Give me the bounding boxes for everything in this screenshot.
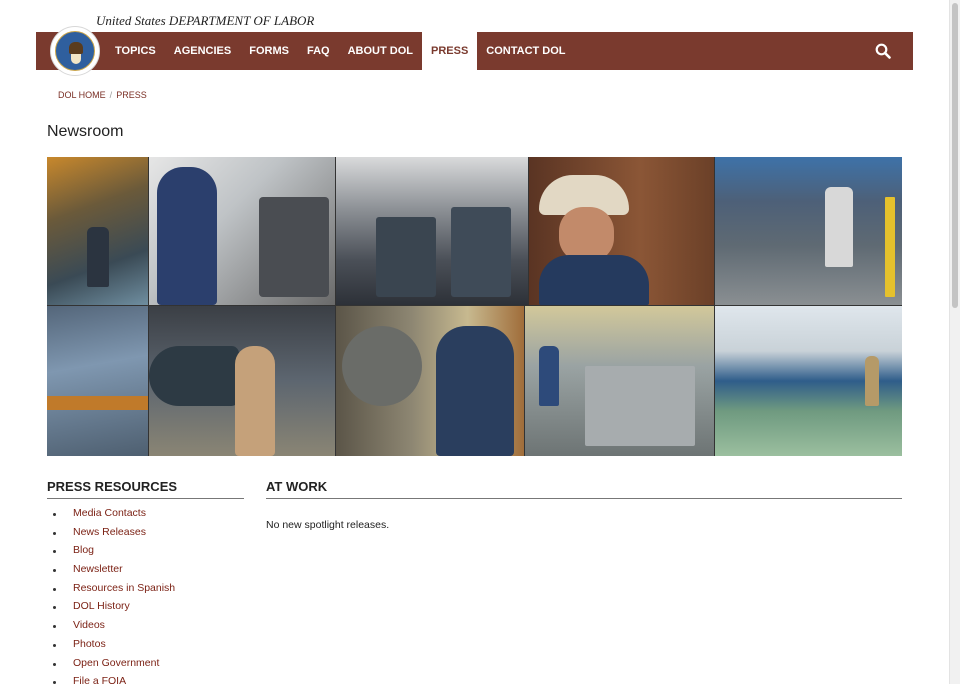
list-item: Newsletter xyxy=(52,563,175,582)
breadcrumb: DOL HOME / PRESS xyxy=(58,90,147,100)
main-navigation: TOPICS AGENCIES FORMS FAQ ABOUT DOL PRES… xyxy=(36,32,913,70)
press-resources-list: Media Contacts News Releases Blog Newsle… xyxy=(52,507,175,694)
newsletter-link[interactable]: Newsletter xyxy=(73,563,123,575)
breadcrumb-separator: / xyxy=(109,90,113,100)
file-a-foia-link[interactable]: File a FOIA xyxy=(73,675,126,687)
breadcrumb-home-link[interactable]: DOL HOME xyxy=(58,90,106,100)
agency-name: United States DEPARTMENT OF LABOR xyxy=(96,13,315,28)
nav-item-agencies[interactable]: AGENCIES xyxy=(165,32,240,70)
photo-tile-rail-wheel-technician xyxy=(336,306,524,456)
list-item: DOL History xyxy=(52,600,175,619)
nav-list: TOPICS AGENCIES FORMS FAQ ABOUT DOL PRES… xyxy=(106,32,575,70)
page-scrollbar[interactable] xyxy=(949,0,960,684)
eagle-icon xyxy=(69,42,83,54)
photo-tile-cowboy-hat-worker xyxy=(529,157,714,305)
photos-link[interactable]: Photos xyxy=(73,638,106,650)
photo-tile-machine-shop xyxy=(336,157,528,305)
photo-tile-machinist-portrait xyxy=(149,157,335,305)
list-item: File a FOIA xyxy=(52,675,175,694)
press-resources-heading: PRESS RESOURCES xyxy=(47,479,244,499)
nav-item-contact-dol[interactable]: CONTACT DOL xyxy=(477,32,574,70)
list-item: Open Government xyxy=(52,657,175,676)
photo-tile-shop-floor-worker xyxy=(47,157,148,305)
list-item: Blog xyxy=(52,544,175,563)
list-item: Videos xyxy=(52,619,175,638)
search-icon[interactable] xyxy=(875,43,891,59)
photo-tile-factory-workers xyxy=(715,157,902,305)
nav-item-faq[interactable]: FAQ xyxy=(298,32,339,70)
photo-tile-construction-bridge xyxy=(715,306,902,456)
nav-item-forms[interactable]: FORMS xyxy=(240,32,298,70)
nav-item-topics[interactable]: TOPICS xyxy=(106,32,165,70)
nav-item-about-dol[interactable]: ABOUT DOL xyxy=(339,32,422,70)
list-item: Media Contacts xyxy=(52,507,175,526)
nav-item-press[interactable]: PRESS xyxy=(421,32,478,70)
list-item: Photos xyxy=(52,638,175,657)
dol-history-link[interactable]: DOL History xyxy=(73,600,130,612)
shield-icon xyxy=(71,54,81,64)
seal-emblem xyxy=(55,31,95,71)
news-releases-link[interactable]: News Releases xyxy=(73,526,146,538)
list-item: News Releases xyxy=(52,526,175,545)
dol-seal-logo[interactable] xyxy=(50,26,100,76)
scrollbar-thumb[interactable] xyxy=(952,3,958,308)
page-title: Newsroom xyxy=(47,123,124,140)
at-work-empty-message: No new spotlight releases. xyxy=(266,519,390,531)
media-contacts-link[interactable]: Media Contacts xyxy=(73,507,146,519)
blog-link[interactable]: Blog xyxy=(73,544,94,556)
videos-link[interactable]: Videos xyxy=(73,619,105,631)
photo-tile-aircraft-mechanic xyxy=(149,306,335,456)
resources-in-spanish-link[interactable]: Resources in Spanish xyxy=(73,582,175,594)
photo-tile-steel-grate xyxy=(47,306,148,456)
breadcrumb-current[interactable]: PRESS xyxy=(116,90,147,100)
hero-photo-collage xyxy=(47,157,902,456)
at-work-heading: AT WORK xyxy=(266,479,902,499)
open-government-link[interactable]: Open Government xyxy=(73,657,159,669)
list-item: Resources in Spanish xyxy=(52,582,175,601)
photo-tile-welding-yard xyxy=(525,306,714,456)
